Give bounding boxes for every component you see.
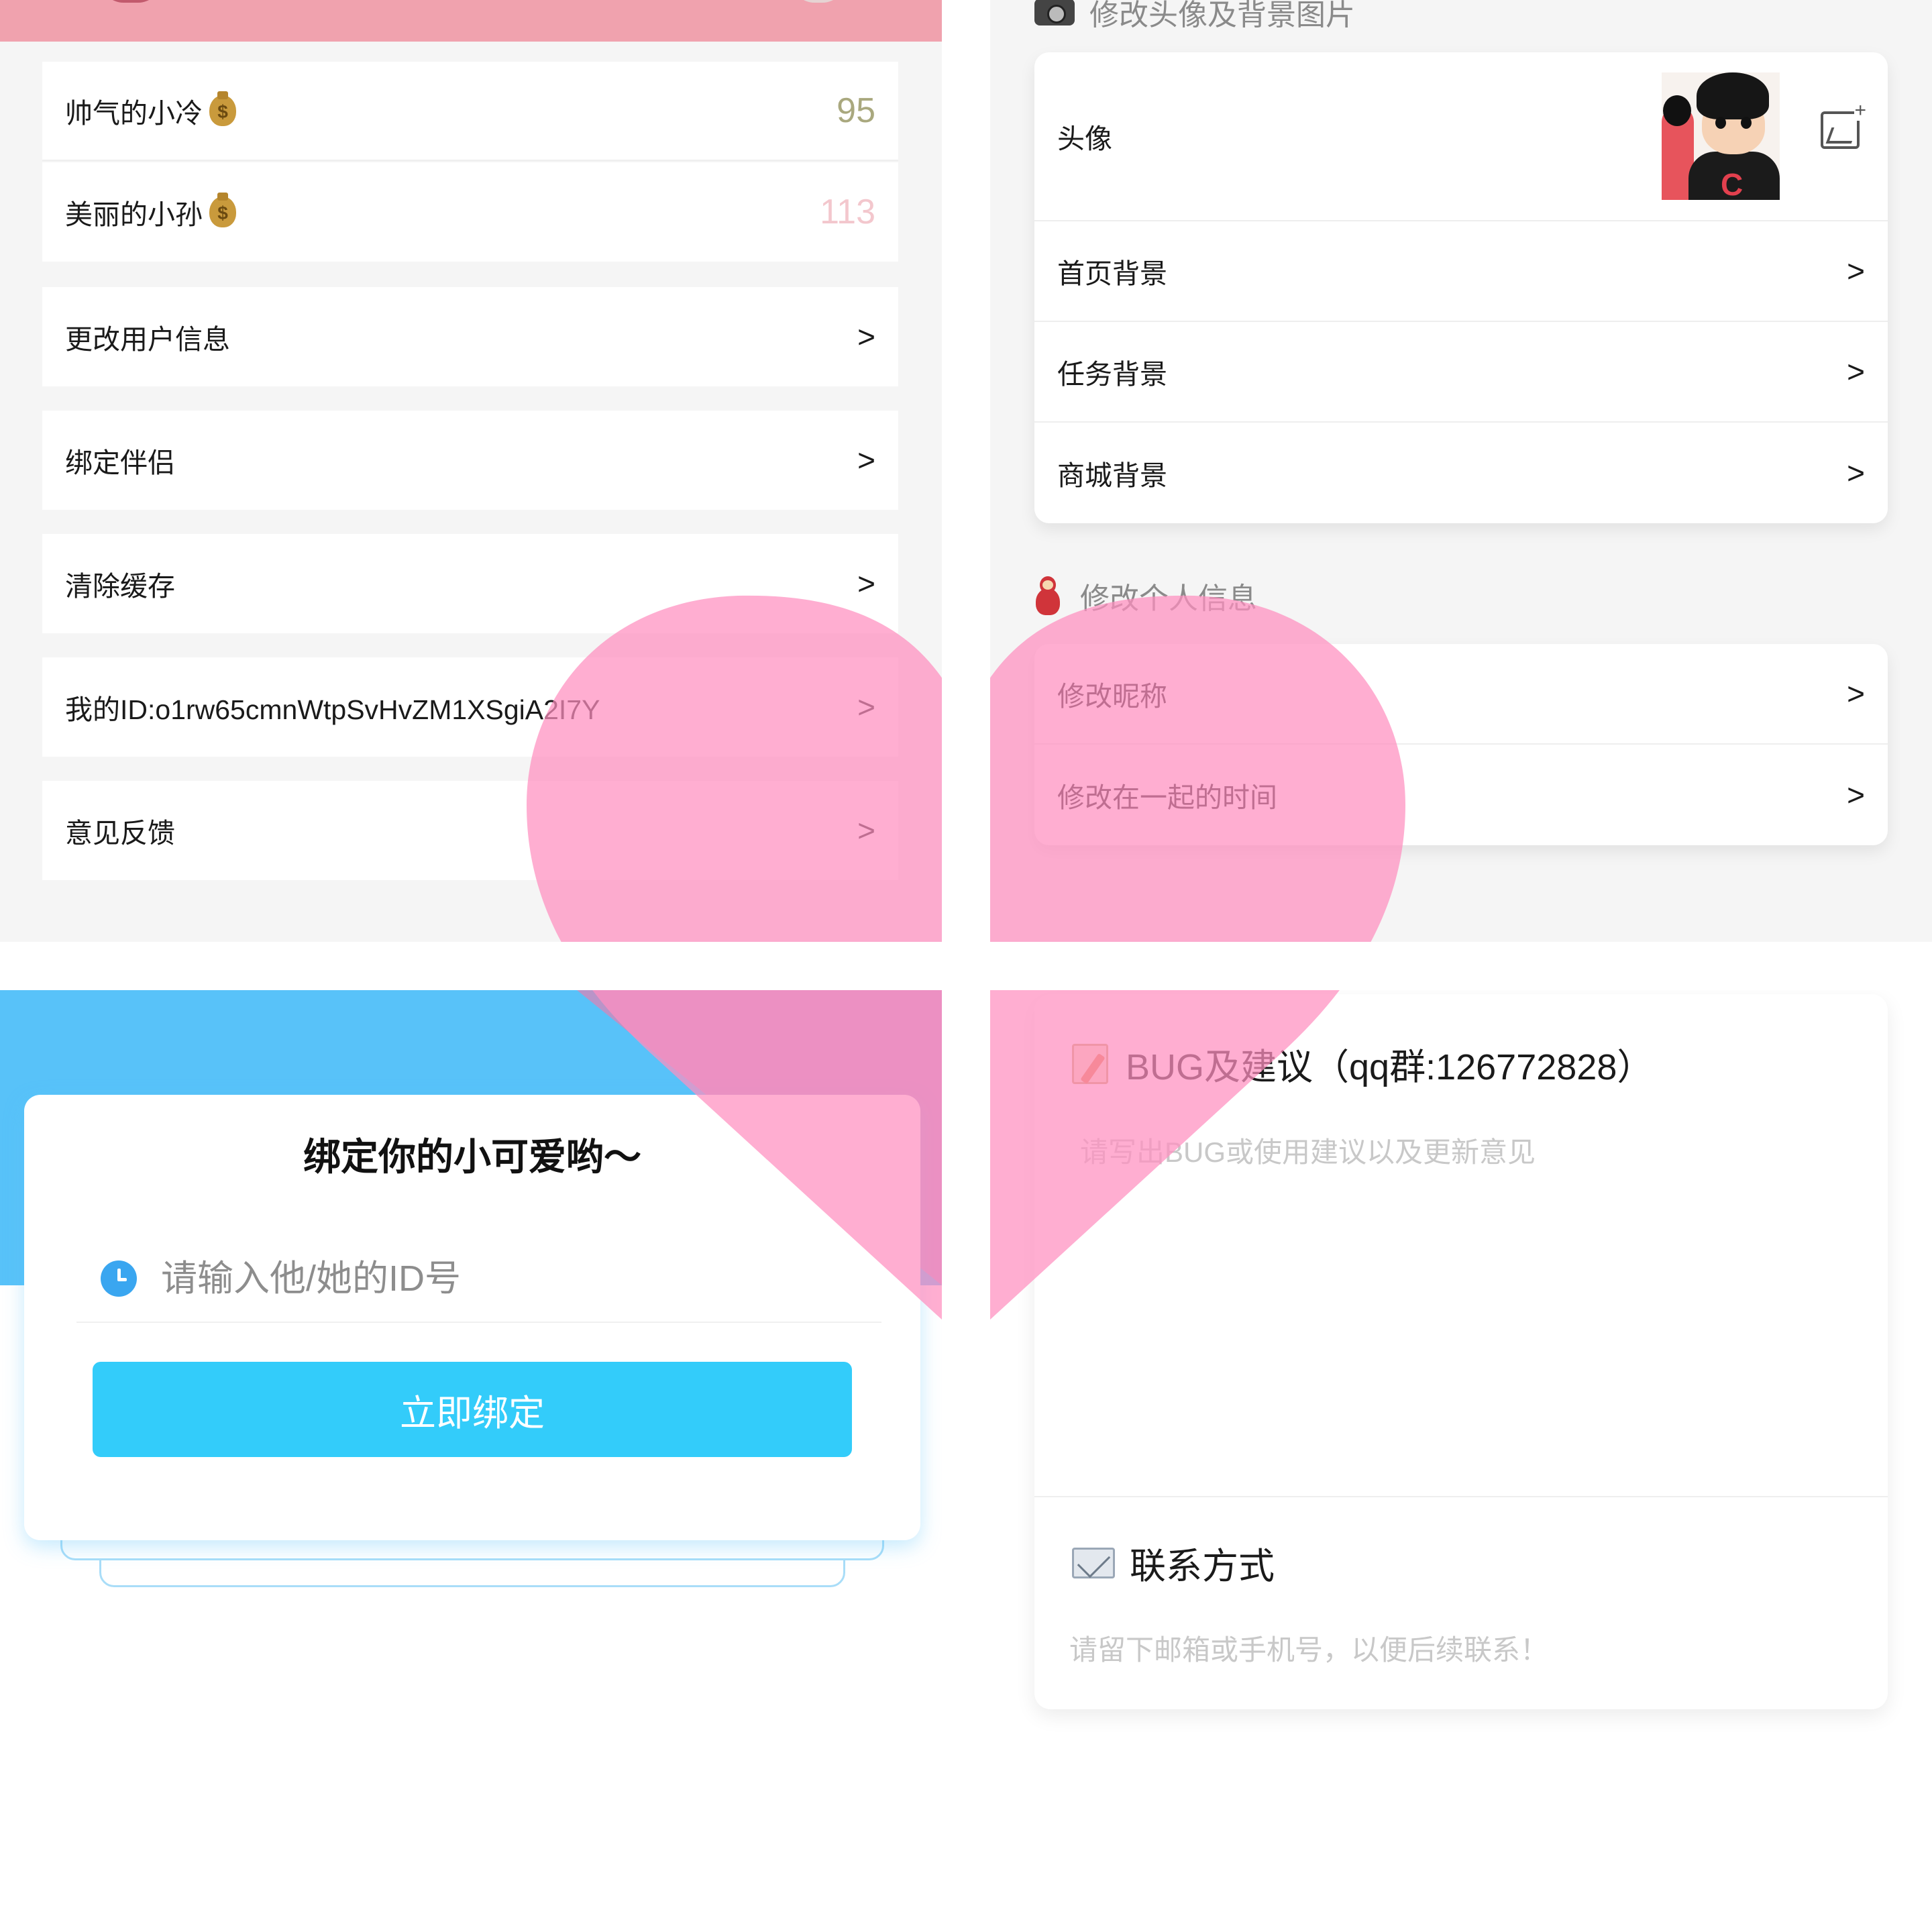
feedback-card: BUG及建议（qq群:126772828） 请写出BUG或使用建议以及更新意见 … [1034, 994, 1888, 1709]
bind-now-button[interactable]: 立即绑定 [93, 1362, 852, 1457]
header-avatar-right [792, 0, 845, 3]
chevron-right-icon: > [1847, 455, 1865, 490]
screenshot-collage: 帅气的小冷 $ 95 美丽的小孙 $ 113 更改用户信息 > 绑定伴侣 > 清… [0, 0, 1932, 1932]
mail-icon [1072, 1547, 1115, 1578]
menu-item-my-id[interactable]: 我的ID:o1rw65cmnWtpSvHvZM1XSgiA2I7Y > [42, 657, 898, 757]
memo-icon [1072, 1043, 1108, 1084]
divider [1034, 1496, 1888, 1497]
chevron-right-icon: > [1847, 777, 1865, 812]
row-label: 修改在一起的时间 [1057, 782, 1277, 813]
avatar[interactable]: C [1662, 72, 1780, 200]
edit-nickname-row[interactable]: 修改昵称 > [1034, 644, 1888, 745]
menu-item-label: 更改用户信息 [65, 324, 230, 355]
bug-section-title: BUG及建议（qq群:126772828） [1072, 1037, 1653, 1090]
partner-name: 帅气的小冷 [65, 98, 203, 129]
partner-id-input[interactable] [161, 1258, 765, 1299]
home-background-row[interactable]: 首页背景 > [1034, 221, 1888, 322]
pink-header-bar [0, 0, 942, 42]
chevron-right-icon: > [857, 566, 875, 601]
task-background-row[interactable]: 任务背景 > [1034, 322, 1888, 423]
couple-score-row-2: 美丽的小孙 $ 113 [42, 162, 898, 262]
bug-textarea[interactable]: 请写出BUG或使用建议以及更新意见 [1080, 1130, 1536, 1171]
settings-list-panel: 帅气的小冷 $ 95 美丽的小孙 $ 113 更改用户信息 > 绑定伴侣 > 清… [0, 0, 942, 942]
section-title-info: 修改个人信息 [1034, 574, 1257, 617]
feedback-panel: BUG及建议（qq群:126772828） 请写出BUG或使用建议以及更新意见 … [990, 990, 1932, 1932]
shop-background-row[interactable]: 商城背景 > [1034, 423, 1888, 523]
menu-item-label: 绑定伴侣 [65, 447, 175, 478]
menu-item-clear-cache[interactable]: 清除缓存 > [42, 534, 898, 633]
partner-score: 113 [820, 193, 875, 231]
menu-item-edit-user-info[interactable]: 更改用户信息 > [42, 287, 898, 386]
row-label: 商城背景 [1057, 460, 1167, 491]
money-bag-icon: $ [209, 193, 236, 227]
avatar-label: 头像 [1057, 123, 1112, 154]
bind-card: 绑定你的小可爱哟～ 立即绑定 [24, 1095, 920, 1540]
image-settings-card: 头像 C + 首页背景 > 任务背景 > 商城背景 > [1034, 52, 1888, 523]
chevron-right-icon: > [1847, 676, 1865, 711]
chevron-right-icon: > [1847, 354, 1865, 389]
nesting-doll-icon [1034, 576, 1061, 615]
chevron-right-icon: > [857, 690, 875, 724]
partner-score: 95 [837, 91, 875, 130]
menu-item-bind-partner[interactable]: 绑定伴侣 > [42, 411, 898, 510]
contact-input[interactable]: 请留下邮箱或手机号，以便后续联系！ [1069, 1627, 1548, 1668]
edit-together-time-row[interactable]: 修改在一起的时间 > [1034, 745, 1888, 845]
row-label: 修改昵称 [1057, 681, 1167, 712]
chevron-right-icon: > [1847, 254, 1865, 288]
add-image-icon[interactable]: + [1821, 101, 1866, 149]
menu-item-label: 清除缓存 [65, 571, 175, 602]
couple-score-row-1: 帅气的小冷 $ 95 [42, 62, 898, 161]
chevron-right-icon: > [857, 319, 875, 354]
chevron-right-icon: > [857, 813, 875, 848]
personal-info-card: 修改昵称 > 修改在一起的时间 > [1034, 644, 1888, 845]
chevron-right-icon: > [857, 443, 875, 478]
bind-partner-panel: 绑定你的小可爱哟～ 立即绑定 [0, 990, 942, 1932]
menu-item-label: 意见反馈 [65, 818, 175, 849]
header-avatar-left [101, 0, 161, 3]
contact-section-title: 联系方式 [1072, 1536, 1275, 1589]
row-label: 首页背景 [1057, 258, 1167, 289]
avatar-row[interactable]: 头像 C + [1034, 52, 1888, 221]
row-label: 任务背景 [1057, 359, 1167, 390]
profile-edit-panel: 修改头像及背景图片 头像 C + 首页背景 > 任务背景 > 商城背景 > 修改… [990, 0, 1932, 942]
bind-title: 绑定你的小可爱哟～ [303, 1136, 641, 1178]
money-bag-icon: $ [209, 91, 236, 126]
menu-item-label: 我的ID:o1rw65cmnWtpSvHvZM1XSgiA2I7Y [65, 694, 600, 725]
partner-id-field[interactable] [76, 1236, 881, 1323]
partner-name: 美丽的小孙 [65, 199, 203, 230]
camera-icon [1034, 0, 1075, 25]
section-title-images: 修改头像及背景图片 [1034, 0, 1355, 34]
clock-icon [101, 1260, 137, 1297]
menu-item-feedback[interactable]: 意见反馈 > [42, 781, 898, 880]
